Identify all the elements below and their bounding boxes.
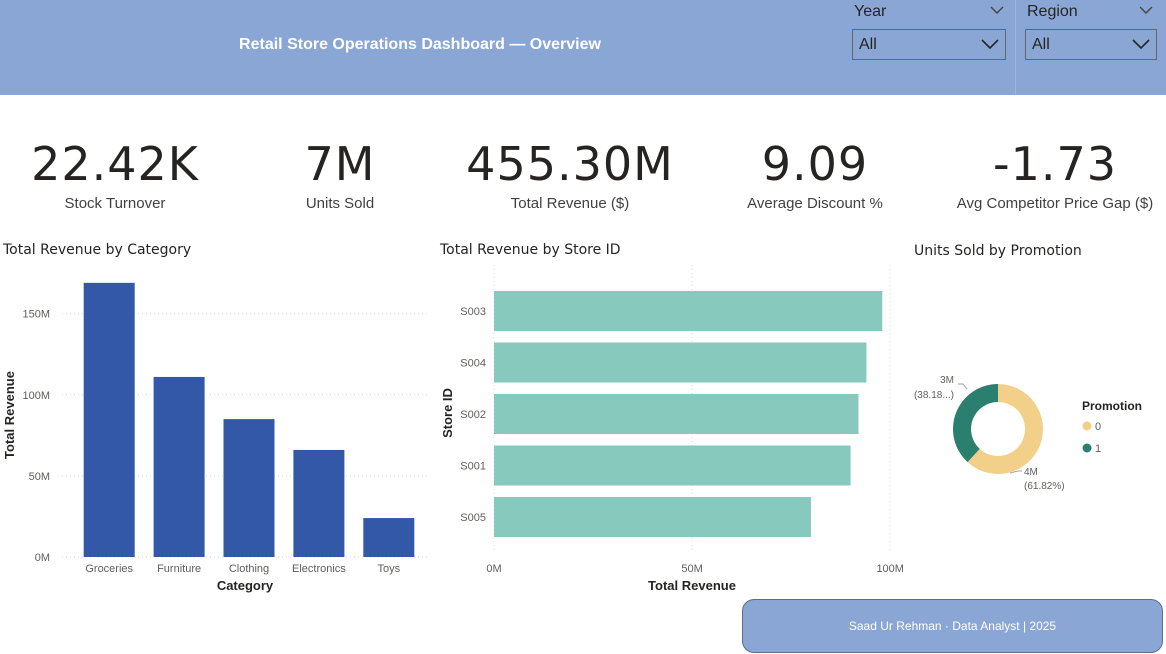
x-tick-label: 0M — [486, 563, 501, 575]
chevron-down-icon[interactable] — [1139, 5, 1153, 15]
year-dropdown-value: All — [859, 36, 877, 53]
store-bar — [494, 342, 867, 383]
kpi-label: Stock Turnover — [64, 195, 166, 212]
legend-label: 0 — [1095, 421, 1101, 433]
kpi-label: Total Revenue ($) — [510, 195, 630, 212]
data-label-percent: (38.18...) — [914, 390, 954, 401]
data-label-value: 3M — [940, 375, 954, 386]
y-tick-label: S002 — [460, 409, 486, 421]
y-tick-label: 100M — [22, 390, 50, 402]
store-bar — [494, 445, 851, 486]
kpi-total-revenue: 455.30M Total Revenue ($) — [455, 135, 685, 212]
donut-slice — [953, 384, 998, 463]
y-tick-label: S004 — [460, 358, 486, 370]
category-bar — [223, 419, 275, 557]
chevron-down-icon[interactable] — [990, 5, 1004, 15]
x-tick-label: 50M — [681, 563, 702, 575]
kpi-competitor-price-gap: -1.73 Avg Competitor Price Gap ($) — [950, 135, 1160, 212]
category-bar — [83, 282, 135, 557]
x-axis-title: Total Revenue — [648, 578, 736, 593]
x-tick-label: Clothing — [229, 563, 269, 575]
store-chart-title: Total Revenue by Store ID — [440, 242, 621, 258]
kpi-value: 9.09 — [761, 137, 869, 191]
kpi-value: -1.73 — [992, 137, 1118, 191]
kpi-label: Units Sold — [305, 195, 375, 212]
kpi-label: Avg Competitor Price Gap ($) — [956, 195, 1154, 212]
kpi-value: 7M — [304, 137, 376, 191]
y-tick-label: S005 — [460, 512, 486, 524]
chevron-down-icon — [1132, 39, 1150, 50]
chevron-down-icon — [981, 39, 999, 50]
region-dropdown-value: All — [1032, 36, 1050, 53]
kpi-value: 22.42K — [31, 137, 199, 191]
kpi-units-sold: 7M Units Sold — [270, 135, 410, 212]
y-tick-label: S003 — [460, 306, 486, 318]
category-chart-title: Total Revenue by Category — [3, 242, 192, 258]
store-bar — [494, 291, 883, 331]
leader-line — [958, 383, 968, 390]
year-slicer-label: Year — [854, 3, 887, 20]
legend-title: Promotion — [1082, 399, 1142, 413]
store-bar — [494, 394, 859, 434]
legend-marker — [1082, 443, 1092, 453]
year-dropdown[interactable]: All — [852, 29, 1006, 60]
store-bar — [494, 497, 811, 537]
category-bar — [363, 518, 415, 557]
x-tick-label: Groceries — [85, 563, 133, 575]
y-axis-title: Store ID — [440, 388, 455, 438]
kpi-value: 455.30M — [466, 137, 674, 191]
y-tick-label: S001 — [460, 461, 486, 473]
region-dropdown[interactable]: All — [1025, 29, 1157, 60]
header-bar: Retail Store Operations Dashboard — Over… — [0, 0, 1166, 95]
x-tick-label: Toys — [377, 563, 400, 575]
y-tick-label: 150M — [22, 309, 50, 321]
category-bar — [153, 376, 205, 557]
y-tick-label: 0M — [35, 552, 50, 564]
x-axis-title: Category — [217, 578, 274, 593]
dashboard: Retail Store Operations Dashboard — Over… — [0, 0, 1166, 654]
author-text: Saad Ur Rehman · Data Analyst | 2025 — [848, 619, 1057, 633]
region-slicer-label: Region — [1027, 3, 1078, 20]
author-card: Saad Ur Rehman · Data Analyst | 2025 — [742, 599, 1163, 653]
store-bar-chart: 0M 50M 100MS003S004S002S001S005Total Reven… — [440, 265, 904, 593]
legend-marker — [1082, 421, 1092, 431]
promotion-donut-chart: 4M (61.82%) 3M (38.18...) Promotion 0 1 — [914, 375, 1142, 492]
legend-label: 1 — [1095, 443, 1101, 455]
page-title: Retail Store Operations Dashboard — Over… — [239, 36, 601, 53]
category-bar-chart: 0M 50M 100M 150M Groceries Furniture Clothing E… — [2, 282, 430, 593]
x-tick-label: Furniture — [157, 563, 201, 575]
header-divider — [1015, 0, 1016, 95]
kpi-stock-turnover: 22.42K Stock Turnover — [15, 135, 215, 212]
y-axis-title: Total Revenue — [2, 371, 17, 459]
data-label-value: 4M — [1024, 467, 1038, 478]
promotion-chart-title: Units Sold by Promotion — [914, 243, 1082, 259]
kpi-average-discount: 9.09 Average Discount % — [735, 135, 895, 212]
y-tick-label: 50M — [29, 471, 50, 483]
category-bar — [293, 449, 345, 557]
x-tick-label: Electronics — [292, 563, 346, 575]
data-label-percent: (61.82%) — [1024, 481, 1065, 492]
kpi-label: Average Discount % — [747, 195, 883, 212]
